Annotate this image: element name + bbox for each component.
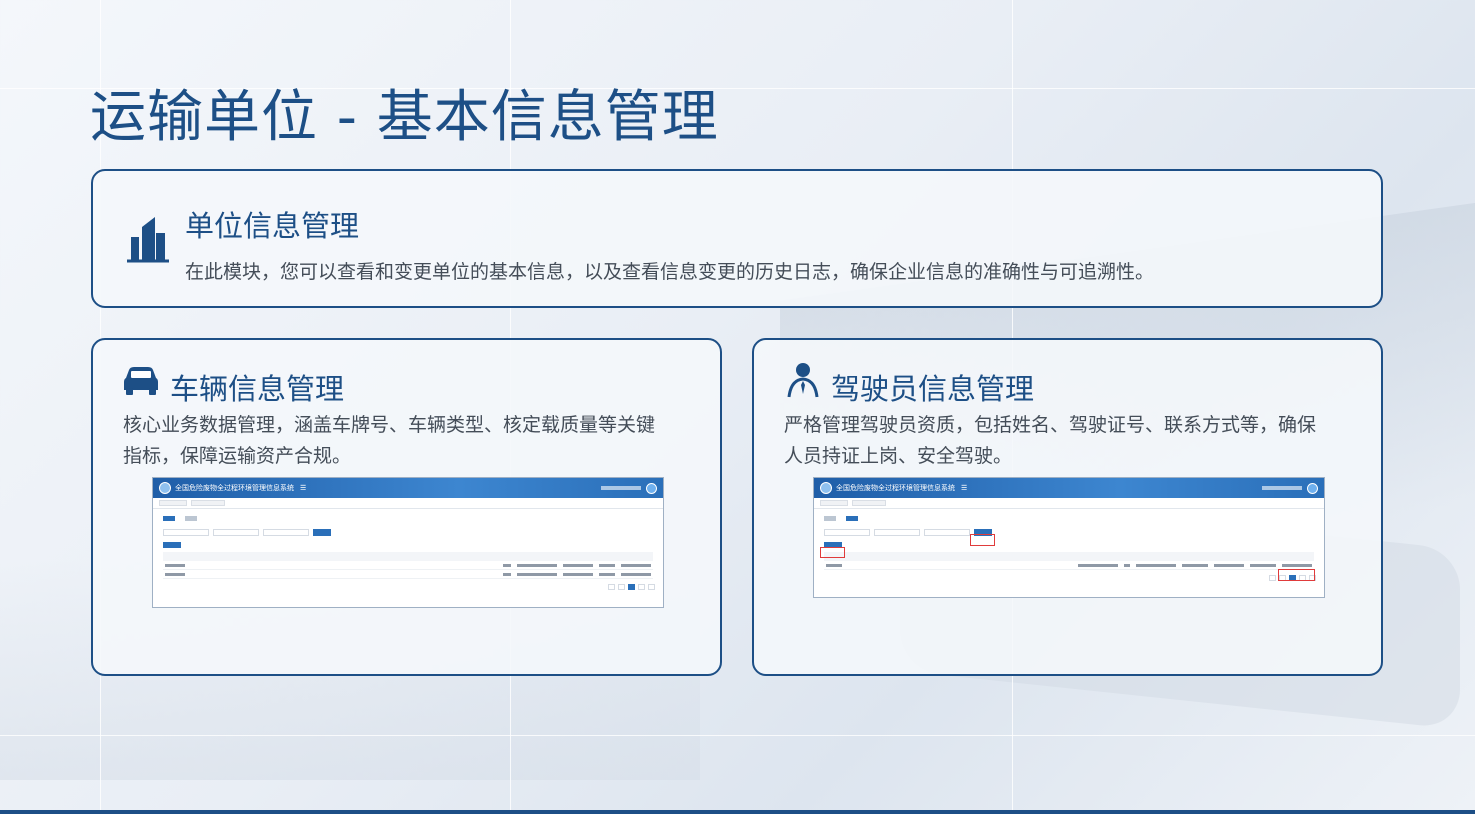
table-row	[163, 570, 653, 579]
mini-search-button	[313, 528, 331, 536]
mini-user-text	[1262, 486, 1302, 490]
vehicle-list-screenshot: 全国危险废物全过程环境管理信息系统 ☰	[152, 477, 664, 608]
avatar	[1307, 482, 1318, 494]
mini-input	[924, 528, 970, 536]
mini-system-title: 全国危险废物全过程环境管理信息系统	[836, 484, 955, 492]
building-icon	[127, 217, 169, 263]
mini-tab-bar	[153, 498, 663, 509]
mini-user-text	[601, 486, 641, 490]
vehicle-info-card: 车辆信息管理 核心业务数据管理，涵盖车牌号、车辆类型、核定载质量等关键 指标，保…	[91, 338, 722, 676]
mini-system-title: 全国危险废物全过程环境管理信息系统	[175, 484, 294, 492]
mini-subtab	[846, 516, 858, 521]
row-actions-highlight	[1278, 569, 1315, 581]
mini-input	[213, 528, 259, 536]
vehicle-info-description: 核心业务数据管理，涵盖车牌号、车辆类型、核定载质量等关键 指标，保障运输资产合规…	[123, 410, 655, 472]
menu-icon: ☰	[300, 484, 307, 492]
driver-info-heading: 驾驶员信息管理	[831, 372, 1035, 406]
unit-info-description: 在此模块，您可以查看和变更单位的基本信息，以及查看信息变更的历史日志，确保企业信…	[185, 261, 1155, 283]
mini-tab	[159, 500, 187, 506]
table-row	[824, 561, 1314, 570]
driver-info-card: 驾驶员信息管理 严格管理驾驶员资质，包括姓名、驾驶证号、联系方式等，确保 人员持…	[752, 338, 1383, 676]
system-logo-icon	[159, 482, 171, 494]
mini-tab	[820, 500, 848, 506]
vehicle-info-description-line: 核心业务数据管理，涵盖车牌号、车辆类型、核定载质量等关键	[123, 414, 656, 436]
background-gridline	[0, 735, 1475, 736]
table-row	[163, 561, 653, 570]
driver-info-description-line: 严格管理驾驶员资质，包括姓名、驾驶证号、联系方式等，确保	[784, 414, 1317, 436]
driver-info-description: 严格管理驾驶员资质，包括姓名、驾驶证号、联系方式等，确保 人员持证上岗、安全驾驶…	[784, 410, 1316, 472]
unit-info-card: 单位信息管理 在此模块，您可以查看和变更单位的基本信息，以及查看信息变更的历史日…	[91, 169, 1383, 308]
page-title: 运输单位 - 基本信息管理	[90, 85, 719, 150]
mini-subtab	[185, 516, 197, 521]
vehicle-info-description-line: 指标，保障运输资产合规。	[123, 445, 352, 467]
avatar	[646, 482, 657, 494]
mini-table-header	[163, 552, 653, 561]
mini-tab-bar	[814, 498, 1324, 509]
mini-input	[874, 528, 920, 536]
driver-info-description-line: 人员持证上岗、安全驾驶。	[784, 445, 1013, 467]
mini-add-button	[163, 542, 181, 548]
mini-subtab-bar	[814, 509, 1324, 525]
mini-tab	[852, 500, 886, 506]
vehicle-info-heading: 车辆信息管理	[170, 372, 345, 406]
mini-subtab	[824, 516, 836, 521]
mini-pagination	[814, 573, 1324, 583]
mini-input	[163, 528, 209, 536]
mini-input	[824, 528, 870, 536]
mini-tab	[191, 500, 225, 506]
mini-input	[263, 528, 309, 536]
system-logo-icon	[820, 482, 832, 494]
driver-icon	[787, 363, 819, 398]
search-button-highlight	[970, 534, 995, 546]
mini-subtab	[163, 516, 175, 521]
car-icon	[124, 367, 158, 395]
mini-filter-bar	[814, 525, 1324, 539]
mini-header: 全国危险废物全过程环境管理信息系统 ☰	[814, 478, 1324, 498]
driver-list-screenshot: 全国危险废物全过程环境管理信息系统 ☰	[813, 477, 1325, 598]
unit-info-heading: 单位信息管理	[185, 209, 360, 243]
mini-pagination	[153, 582, 663, 592]
add-button-highlight	[820, 547, 845, 558]
mini-header: 全国危险废物全过程环境管理信息系统 ☰	[153, 478, 663, 498]
mini-subtab-bar	[153, 509, 663, 525]
mini-table-header	[824, 552, 1314, 561]
menu-icon: ☰	[961, 484, 968, 492]
mini-filter-bar	[153, 525, 663, 539]
bottom-accent-bar	[0, 810, 1475, 814]
